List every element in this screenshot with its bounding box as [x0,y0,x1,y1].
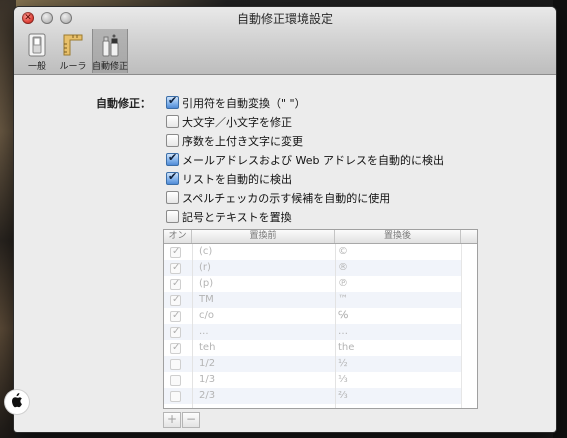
row-enabled-checkbox[interactable] [170,308,181,324]
table-row[interactable]: 1/3 ⅓ [164,372,477,388]
table-row[interactable]: (p) ℗ [164,276,477,292]
replace-after-cell[interactable]: © [338,244,348,260]
replace-before-cell[interactable]: 1/2 [199,356,215,372]
replace-before-cell[interactable]: ... [199,324,209,340]
table-scrollbar[interactable] [461,244,477,408]
column-header-after[interactable]: 置換後 [335,230,461,243]
row-enabled-checkbox[interactable] [170,359,181,370]
spelling-suggestions-label: スペルチェッカの示す候補を自動的に使用 [182,192,391,205]
window-title: 自動修正環境設定 [236,12,333,26]
row-enabled-checkbox[interactable] [170,260,181,276]
replace-before-cell[interactable]: 2/3 [199,388,215,404]
toolbar-item-autocorrect[interactable]: 自動修正 [92,29,128,73]
detect-lists-label: リストを自動的に検出 [182,173,292,186]
autocorrect-pane: 自動修正： 引用符を自動変換（" "） 大文字／小文字を修正 序数を上付き文字に… [14,75,556,432]
row-enabled-checkbox[interactable] [170,292,181,308]
table-row[interactable]: ... … [164,324,477,340]
replacement-table: オン 置換前 置換後 2/3 ⅔ 1/3 ⅓ 1/2 ½ teh the... … c/o ℅ TM ™… [163,229,478,409]
title-bar: ✕ 自動修正環境設定 一般 ルーラ 自動修正 [14,7,556,75]
table-row[interactable]: 2/3 ⅔ [164,388,477,404]
table-row[interactable]: TM ™ [164,292,477,308]
spelling-suggestions-checkbox[interactable] [166,191,179,204]
row-enabled-checkbox[interactable] [170,244,181,260]
replace-before-cell[interactable]: TM [199,292,214,308]
fix-capitalization-checkbox[interactable] [166,115,179,128]
replace-after-cell[interactable]: ½ [338,356,348,372]
replace-after-cell[interactable]: the [338,340,354,356]
table-row[interactable]: (c) © [164,244,477,260]
spray-icon [102,34,119,57]
replace-before-cell[interactable]: 1/3 [199,372,215,388]
autocorrect-label: 自動修正： [96,97,151,110]
remove-button[interactable]: − [182,412,200,428]
column-header-before[interactable]: 置換前 [192,230,335,243]
apple-icon [12,393,22,408]
row-enabled-checkbox[interactable] [170,375,181,386]
replace-before-cell[interactable]: teh [199,340,215,356]
switch-icon [28,33,46,57]
row-enabled-checkbox[interactable] [170,324,181,340]
detect-addresses-label: メールアドレスおよび Web アドレスを自動的に検出 [182,154,444,167]
column-divider [192,244,193,408]
table-header: オン 置換前 置換後 [164,230,477,244]
preferences-window: ✕ 自動修正環境設定 一般 ルーラ 自動修正 自動修正： ✔ 引用符を自動変換（… [14,7,556,432]
replace-before-cell[interactable]: c/o [199,308,214,324]
smart-quotes-checkbox[interactable] [166,94,179,109]
row-enabled-checkbox[interactable] [170,276,181,292]
table-row[interactable]: 1/2 ½ [164,356,477,372]
replace-before-cell[interactable]: (c) [199,244,212,260]
table-row[interactable]: c/o ℅ [164,308,477,324]
ruler-icon [63,34,83,56]
table-row[interactable]: teh the [164,340,477,356]
table-body: 2/3⅔1/3⅓1/2½tehthe...…c/o℅TM™(p)℗(r)®(c)… [164,244,477,408]
superscript-ordinals-label: 序数を上付き文字に変更 [182,135,303,148]
replace-after-cell[interactable]: ® [338,260,348,276]
superscript-ordinals-checkbox[interactable] [166,134,179,147]
replace-after-cell[interactable]: ⅔ [338,388,348,404]
detect-addresses-checkbox[interactable] [166,151,179,166]
replace-after-cell[interactable]: ℅ [338,308,348,324]
symbol-replacement-label: 記号とテキストを置換 [182,211,292,224]
column-header-on[interactable]: オン [164,230,192,243]
row-enabled-checkbox[interactable] [170,391,181,402]
smart-quotes-label: 引用符を自動変換（" "） [182,97,306,110]
replace-after-cell[interactable]: ™ [338,292,348,308]
detect-lists-checkbox[interactable] [166,170,179,185]
replace-before-cell[interactable]: (p) [199,276,213,292]
replace-after-cell[interactable]: … [338,324,348,340]
column-divider [335,244,336,408]
toolbar-label-autocorrect: 自動修正 [91,62,128,72]
row-enabled-checkbox[interactable] [170,340,181,356]
replace-after-cell[interactable]: ℗ [338,276,348,292]
watermark-logo [5,390,29,414]
fix-capitalization-label: 大文字／小文字を修正 [182,116,292,129]
table-row[interactable]: (r) ® [164,260,477,276]
replace-after-cell[interactable]: ⅓ [338,372,348,388]
replace-before-cell[interactable]: (r) [199,260,211,276]
symbol-replacement-checkbox[interactable] [166,210,179,223]
add-button[interactable]: + [163,412,181,428]
